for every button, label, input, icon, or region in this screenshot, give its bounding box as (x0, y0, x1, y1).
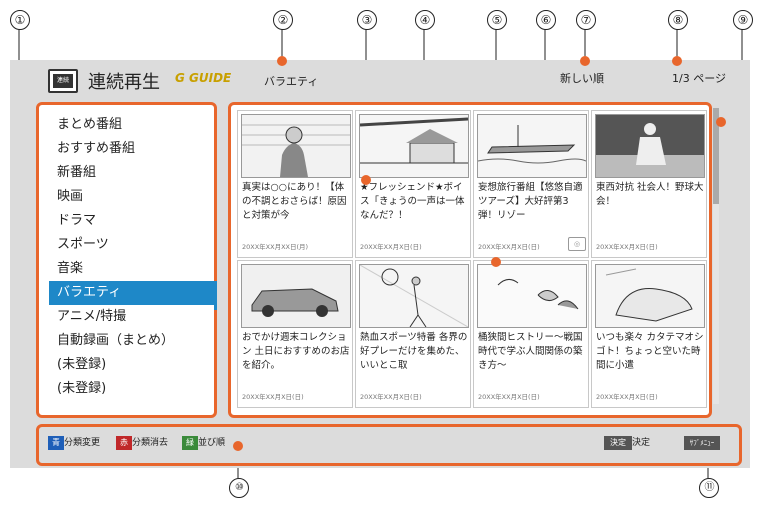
program-date: 20XX年XX月X日(日) (478, 243, 540, 251)
continuous-play-logo: 連続 (48, 69, 78, 93)
program-title: 東西対抗 社会人！野球大会！ (596, 182, 704, 207)
program-date: 20XX年XX月XX日(月) (242, 243, 309, 251)
green-key[interactable]: 緑 (182, 436, 198, 450)
program-card[interactable]: おでかけ週末コレクション 土日におすすめのお店を紹介。 20XX年XX月X日(日… (237, 260, 353, 408)
callout-dot-10 (233, 441, 243, 451)
program-card[interactable]: ★フレッシェンド★ボイス「きょうの一声は一体なんだ？！ 20XX年XX月X日(日… (355, 110, 471, 258)
scrollbar[interactable] (713, 108, 719, 404)
submenu-key[interactable]: ｻﾌﾞﾒﾆｭｰ (684, 436, 720, 450)
program-card[interactable]: 桶狭間ヒストリー～戦国時代で学ぶ人間関係の築き方～ 20XX年XX月X日(日) (473, 260, 589, 408)
category-list: まとめ番組 おすすめ番組 新番組 映画 ドラマ スポーツ 音楽 バラエティ アニ… (36, 102, 217, 418)
callout-8: ⑧ (668, 10, 688, 30)
genre-label: バラエティ (264, 75, 319, 88)
callout-9: ⑨ (733, 10, 753, 30)
category-item-new[interactable]: 新番組 (49, 161, 217, 185)
callout-11: ⑪ (699, 478, 719, 498)
program-title: おでかけ週末コレクション 土日におすすめのお店を紹介。 (242, 332, 350, 371)
category-item-recommended[interactable]: おすすめ番組 (49, 137, 217, 161)
woman-thumbnail-image (241, 114, 351, 178)
program-card[interactable]: 妄想旅行番組【悠悠自適ツアーズ】大好評第3弾！リゾー 20XX年XX月X日(日)… (473, 110, 589, 258)
selection-indicator (214, 292, 217, 310)
program-date: 20XX年XX月X日(日) (596, 393, 658, 401)
category-item-matome[interactable]: まとめ番組 (49, 113, 217, 137)
program-grid: 真実は○○にあり！【体の不調とおさらば！原因と対策が今 20XX年XX月XX日(… (228, 102, 712, 418)
blue-key[interactable]: 青 (48, 436, 64, 450)
flowers-thumbnail-image (477, 264, 587, 328)
category-item-auto-record[interactable]: 自動録画（まとめ） (49, 329, 217, 353)
category-item-unregistered-1[interactable]: (未登録) (49, 353, 217, 377)
callout-dot-7 (580, 56, 590, 66)
callout-dot-2 (277, 56, 287, 66)
callout-dot-8 (672, 56, 682, 66)
page-indicator: 1/3 ページ (672, 72, 726, 85)
callout-3: ③ (357, 10, 377, 30)
enter-key-label: 決定 (632, 438, 651, 448)
program-date: 20XX年XX月X日(日) (360, 243, 422, 251)
red-key-label: 分類消去 (132, 438, 169, 448)
program-card[interactable]: 熱血スポーツ特番 各界の好プレーだけを集めた、いいとこ取 20XX年XX月X日(… (355, 260, 471, 408)
program-date: 20XX年XX月X日(日) (478, 393, 540, 401)
program-date: 20XX年XX月X日(日) (360, 393, 422, 401)
callout-7: ⑦ (576, 10, 596, 30)
callout-4: ④ (415, 10, 435, 30)
program-title: 妄想旅行番組【悠悠自適ツアーズ】大好評第3弾！リゾー (478, 182, 583, 221)
recording-status-icon: ◎ (568, 237, 586, 251)
category-item-movie[interactable]: 映画 (49, 185, 217, 209)
callout-dot-5 (491, 257, 501, 267)
program-title: 桶狭間ヒストリー～戦国時代で学ぶ人間関係の築き方～ (478, 332, 583, 371)
red-key[interactable]: 赤 (116, 436, 132, 450)
blue-key-label: 分類変更 (64, 438, 101, 448)
gguide-logo: G GUIDE (175, 71, 232, 85)
callout-2: ② (273, 10, 293, 30)
logo-text: 連続 (53, 74, 73, 88)
callout-dot-9 (716, 117, 726, 127)
ship-thumbnail-image (477, 114, 587, 178)
program-card[interactable]: 東西対抗 社会人！野球大会！ 20XX年XX月X日(日) (591, 110, 707, 258)
green-key-label: 並び順 (198, 438, 226, 448)
program-date: 20XX年XX月X日(日) (242, 393, 304, 401)
category-item-music[interactable]: 音楽 (49, 257, 217, 281)
program-title: 真実は○○にあり！【体の不調とおさらば！原因と対策が今 (242, 182, 347, 221)
category-item-sports[interactable]: スポーツ (49, 233, 217, 257)
callout-dot-3 (361, 175, 371, 185)
hand-thumbnail-image (595, 264, 705, 328)
callout-5: ⑤ (487, 10, 507, 30)
building-thumbnail-image (359, 114, 469, 178)
sort-order-label: 新しい順 (560, 72, 604, 85)
baseball-thumbnail-image (595, 114, 705, 178)
program-title: ★フレッシェンド★ボイス「きょうの一声は一体なんだ？！ (360, 182, 465, 221)
program-card[interactable]: いつも楽々 カタテマオシゴト！ちょっと空いた時間に小遣 20XX年XX月X日(日… (591, 260, 707, 408)
car-thumbnail-image (241, 264, 351, 328)
category-item-unregistered-2[interactable]: (未登録) (49, 377, 217, 401)
category-item-variety[interactable]: バラエティ (49, 281, 217, 305)
program-title: いつも楽々 カタテマオシゴト！ちょっと空いた時間に小遣 (596, 332, 704, 371)
program-card[interactable]: 真実は○○にあり！【体の不調とおさらば！原因と対策が今 20XX年XX月XX日(… (237, 110, 353, 258)
callout-10: ⑩ (229, 478, 249, 498)
category-item-anime[interactable]: アニメ/特撮 (49, 305, 217, 329)
callout-1: ① (10, 10, 30, 30)
program-title: 熱血スポーツ特番 各界の好プレーだけを集めた、いいとこ取 (360, 332, 468, 371)
program-date: 20XX年XX月X日(日) (596, 243, 658, 251)
tennis-thumbnail-image (359, 264, 469, 328)
callout-6: ⑥ (536, 10, 556, 30)
page-title: 連続再生 (88, 72, 160, 93)
enter-key[interactable]: 決定 (604, 436, 632, 450)
category-item-drama[interactable]: ドラマ (49, 209, 217, 233)
